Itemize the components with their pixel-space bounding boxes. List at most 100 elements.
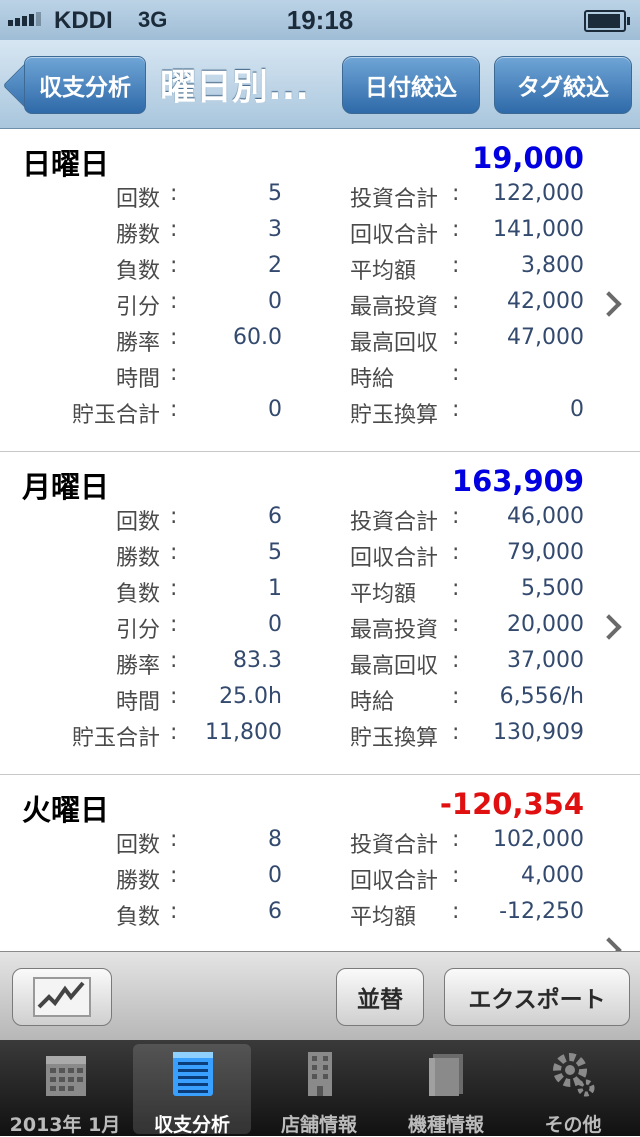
stat-label: 貯玉換算 (350, 726, 439, 751)
export-button-label: エクスポート (468, 987, 606, 1013)
weekday-section[interactable]: 火曜日 -120,354 回数 8 投資合計 102,000:: 勝数 0 回収合計 4,000:… (0, 775, 640, 951)
calendar-icon (44, 1050, 88, 1098)
colon-separator: : (170, 397, 178, 422)
stat-value: 0 (268, 863, 282, 888)
stat-value: 0 (570, 397, 584, 422)
colon-separator: : (170, 181, 178, 206)
stat-label: 平均額 (350, 905, 417, 930)
gear-icon (552, 1050, 596, 1098)
stat-row: 回数 5 投資合計 122,000:: (0, 181, 640, 217)
stat-label: 時給 (350, 367, 395, 392)
line-chart-icon (33, 977, 91, 1017)
stat-label: 時給 (350, 690, 395, 715)
stat-value: 46,000 (507, 504, 584, 529)
stat-row: 勝数 0 回収合計 4,000:: (0, 863, 640, 899)
stat-label: 勝率 (115, 331, 160, 356)
colon-separator: : (452, 217, 460, 242)
stat-label: 負数 (115, 259, 160, 284)
colon-separator: : (452, 899, 460, 924)
stat-label: 勝数 (115, 869, 160, 894)
stat-value: 8 (268, 827, 282, 852)
colon-separator: : (452, 540, 460, 565)
tag-filter-button[interactable]: タグ絞込 (494, 56, 632, 114)
status-time: 19:18 (286, 5, 354, 35)
stat-label: 平均額 (350, 582, 417, 607)
tab-label: 機種情報 (407, 1114, 484, 1136)
stat-value: 79,000 (507, 540, 584, 565)
stat-label: 平均額 (350, 259, 417, 284)
colon-separator: : (452, 504, 460, 529)
stat-value: 83.3 (233, 648, 282, 673)
stat-value: 5 (268, 540, 282, 565)
colon-separator: : (452, 863, 460, 888)
stat-value: 0 (268, 397, 282, 422)
stat-value: 3 (268, 217, 282, 242)
colon-separator: : (452, 289, 460, 314)
stat-label: 貯玉換算 (350, 403, 439, 428)
tab-building[interactable]: 店舗情報 (260, 1044, 378, 1136)
stat-label: 投資合計 (350, 833, 439, 858)
stat-label: 最高投資 (350, 295, 439, 320)
stat-label: 引分 (115, 295, 160, 320)
back-button-body[interactable]: 収支分析 (24, 56, 146, 114)
colon-separator: : (170, 612, 178, 637)
colon-separator: : (452, 720, 460, 745)
colon-separator: : (170, 684, 178, 709)
stat-value: 102,000 (493, 827, 584, 852)
tab-calendar[interactable]: 2013年 1月 (6, 1044, 124, 1136)
date-filter-button[interactable]: 日付絞込 (342, 56, 480, 114)
colon-separator: : (452, 827, 460, 852)
stat-value: 130,909 (493, 720, 584, 745)
stat-label: 回収合計 (350, 223, 439, 248)
day-total: -120,354 (439, 787, 584, 821)
weekday-section[interactable]: 月曜日 163,909 回数 6 投資合計 46,000:: 勝数 5 回収合計 79,000::… (0, 452, 640, 775)
stat-row: 勝数 5 回収合計 79,000:: (0, 540, 640, 576)
tab-label: 収支分析 (153, 1114, 230, 1136)
stat-value: 6 (268, 504, 282, 529)
stat-label: 最高投資 (350, 618, 439, 643)
tag-filter-label: タグ絞込 (517, 75, 609, 101)
navigation-bar: 収支分析 曜日別... 日付絞込 タグ絞込 (0, 40, 640, 129)
colon-separator: : (452, 397, 460, 422)
stat-label: 回収合計 (350, 869, 439, 894)
stat-value: 5 (268, 181, 282, 206)
colon-separator: : (452, 253, 460, 278)
day-total: 19,000 (472, 141, 584, 175)
tab-books[interactable]: 機種情報 (387, 1044, 505, 1136)
stat-value: 122,000 (493, 181, 584, 206)
sort-button[interactable]: 並替 (336, 968, 424, 1026)
stat-value: 0 (268, 289, 282, 314)
stat-label: 時間 (115, 690, 160, 715)
stat-row: 貯玉合計 0 貯玉換算 0:: (0, 397, 640, 433)
stat-label: 最高回収 (350, 331, 439, 356)
date-filter-label: 日付絞込 (365, 75, 457, 101)
stat-value: 6,556/h (499, 684, 584, 709)
stat-label: 最高回収 (350, 654, 439, 679)
stat-value: 2 (268, 253, 282, 278)
export-button[interactable]: エクスポート (444, 968, 630, 1026)
stat-row: 勝率 83.3 最高回収 37,000:: (0, 648, 640, 684)
colon-separator: : (452, 576, 460, 601)
colon-separator: : (170, 720, 178, 745)
weekday-summary-list[interactable]: 日曜日 19,000 回数 5 投資合計 122,000:: 勝数 3 回収合計 141,000:… (0, 129, 640, 951)
battery-icon (584, 10, 630, 32)
colon-separator: : (170, 576, 178, 601)
stat-value: 0 (268, 612, 282, 637)
tab-gear[interactable]: その他 (514, 1044, 632, 1136)
chart-button[interactable] (12, 968, 112, 1026)
stat-label: 投資合計 (350, 510, 439, 535)
colon-separator: : (170, 899, 178, 924)
stat-value: -12,250 (499, 899, 584, 924)
weekday-section[interactable]: 日曜日 19,000 回数 5 投資合計 122,000:: 勝数 3 回収合計 141,000:… (0, 129, 640, 452)
stat-value: 11,800 (205, 720, 282, 745)
colon-separator: : (452, 325, 460, 350)
tab-notepad[interactable]: 収支分析 (133, 1044, 251, 1136)
stat-value: 42,000 (507, 289, 584, 314)
day-name: 日曜日 (22, 147, 110, 181)
stat-row: 時間 25.0h 時給 6,556/h:: (0, 684, 640, 720)
tab-label: その他 (544, 1114, 602, 1136)
colon-separator: : (170, 648, 178, 673)
stat-value: 1 (268, 576, 282, 601)
page-title: 曜日別... (160, 67, 310, 108)
stat-value: 37,000 (507, 648, 584, 673)
